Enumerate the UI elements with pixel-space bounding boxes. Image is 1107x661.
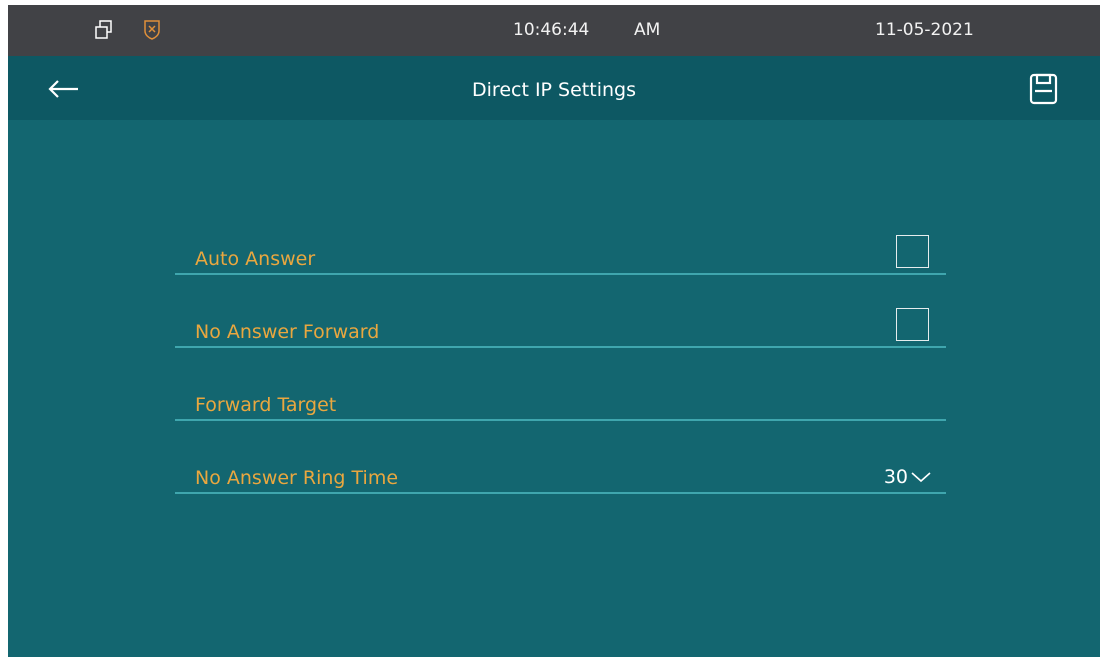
auto-answer-checkbox[interactable]	[896, 235, 929, 268]
ring-time-value: 30	[883, 466, 908, 488]
title-bar: Direct IP Settings	[8, 56, 1100, 120]
status-time: 10:46:44	[513, 20, 590, 40]
setting-row-forward-target[interactable]: Forward Target	[175, 371, 946, 421]
save-icon	[1028, 73, 1060, 110]
status-date: 11-05-2021	[875, 20, 974, 40]
ring-time-select[interactable]: 30	[884, 466, 932, 488]
status-bar: 10:46:44 AM 11-05-2021	[8, 5, 1100, 56]
setting-row-auto-answer: Auto Answer	[175, 225, 946, 275]
window-icon	[94, 19, 114, 41]
save-button[interactable]	[1028, 72, 1060, 106]
setting-row-no-answer-forward: No Answer Forward	[175, 298, 946, 348]
page-title: Direct IP Settings	[472, 79, 636, 101]
ring-time-label: No Answer Ring Time	[195, 467, 399, 489]
forward-target-label: Forward Target	[195, 394, 337, 416]
no-answer-forward-checkbox[interactable]	[896, 308, 929, 341]
status-ampm: AM	[634, 20, 661, 40]
shield-icon	[143, 19, 161, 41]
auto-answer-label: Auto Answer	[195, 248, 316, 270]
no-answer-forward-label: No Answer Forward	[195, 321, 380, 343]
chevron-down-icon	[910, 470, 932, 484]
device-screen: 10:46:44 AM 11-05-2021 Direct IP Setting…	[8, 5, 1100, 657]
setting-row-ring-time: No Answer Ring Time 30	[175, 444, 946, 494]
